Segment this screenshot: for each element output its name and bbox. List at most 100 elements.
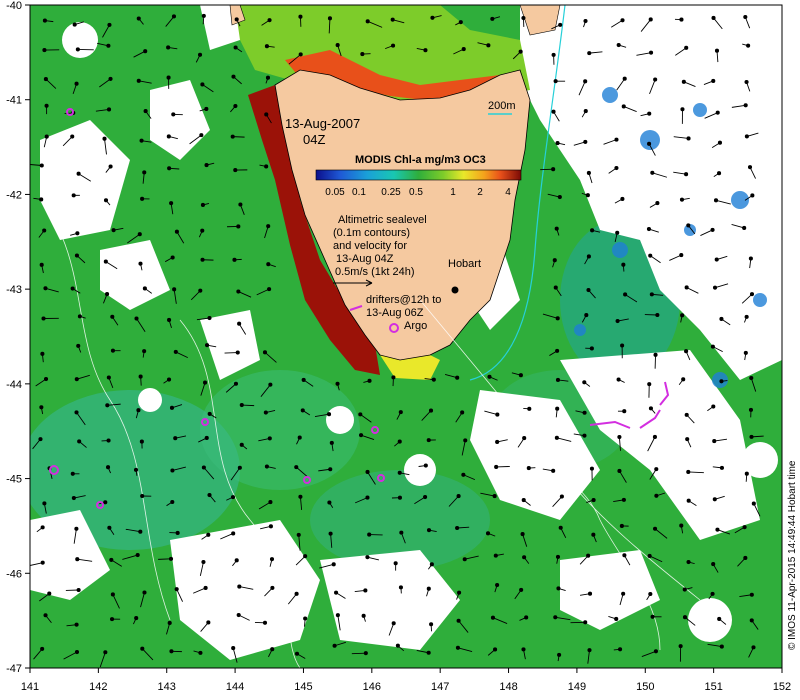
velocity-arrow-tail [684, 45, 689, 50]
velocity-arrow-tail [138, 261, 143, 266]
velocity-arrow-tail [487, 374, 492, 379]
velocity-arrow-tail [111, 228, 116, 233]
argo-label: Argo [404, 320, 427, 332]
velocity-arrow-tail [328, 531, 333, 536]
velocity-arrow-tail [230, 134, 235, 139]
x-tick-label: 142 [89, 681, 107, 693]
velocity-arrow-tail [75, 47, 80, 52]
velocity-arrow-tail [367, 378, 372, 383]
y-tick-label: -45 [6, 474, 22, 486]
velocity-arrow-tail [583, 79, 588, 84]
velocity-arrow-tail [649, 292, 654, 297]
velocity-arrow-tail [166, 75, 171, 80]
velocity-arrow-tail [742, 225, 747, 230]
velocity-arrow-tail [166, 134, 171, 139]
velocity-arrow-tail [297, 435, 302, 440]
velocity-arrow-tail [555, 377, 561, 382]
altimetry-note-line: and velocity for [333, 240, 407, 252]
velocity-arrow-tail [522, 555, 527, 560]
velocity-arrow-tail [110, 314, 115, 319]
velocity-arrow-tail [335, 613, 340, 618]
velocity-arrow-tail [714, 257, 719, 262]
velocity-arrow-tail [270, 585, 275, 590]
x-tick-label: 149 [568, 681, 586, 693]
velocity-arrow-tail [553, 615, 558, 620]
velocity-arrow-tail [335, 43, 340, 48]
velocity-arrow-tail [139, 138, 144, 143]
velocity-arrow-tail [555, 316, 560, 321]
velocity-arrow-tail [268, 382, 273, 387]
velocity-arrow-tail [399, 530, 404, 535]
velocity-arrow-tail [742, 525, 747, 530]
velocity-arrow-tail [719, 379, 724, 384]
velocity-arrow-tail [42, 18, 47, 23]
velocity-arrow-tail [583, 139, 588, 144]
velocity-arrow-tail [77, 439, 82, 444]
velocity-arrow-tail [591, 532, 596, 537]
velocity-arrow-tail [169, 201, 174, 206]
velocity-arrow-tail [583, 620, 588, 625]
ocean-field [30, 5, 782, 668]
velocity-arrow-tail [139, 439, 144, 444]
velocity-arrow-tail [719, 465, 724, 470]
x-tick-label: 146 [363, 681, 381, 693]
colorbar-tick-label: 0.05 [325, 187, 345, 198]
velocity-arrow-tail [614, 165, 619, 171]
velocity-arrow-tail [72, 22, 77, 27]
velocity-arrow-tail [395, 643, 400, 648]
velocity-arrow-tail [486, 43, 491, 48]
velocity-arrow-tail [239, 403, 244, 408]
velocity-arrow-tail [266, 262, 271, 267]
velocity-arrow-tail [618, 647, 623, 652]
velocity-arrow-tail [173, 436, 178, 441]
velocity-arrow-tail [551, 468, 556, 473]
velocity-arrow-tail [426, 650, 431, 655]
velocity-arrow-tail [554, 435, 559, 440]
velocity-arrow-tail [551, 52, 556, 57]
velocity-arrow-tail [423, 495, 428, 500]
velocity-arrow-tail [103, 198, 109, 203]
velocity-arrow-tail [458, 20, 463, 25]
velocity-arrow-tail [232, 257, 237, 262]
velocity-arrow-tail [490, 615, 496, 620]
velocity-arrow-tail [174, 229, 179, 234]
velocity-arrow-tail [684, 285, 689, 290]
velocity-arrow-tail [204, 106, 209, 112]
velocity-arrow-tail [303, 616, 308, 621]
velocity-arrow-tail [303, 554, 308, 559]
velocity-arrow-tail [264, 44, 269, 49]
velocity-arrow-tail [365, 495, 370, 500]
velocity-arrow-tail [171, 112, 176, 117]
velocity-arrow-tail [70, 471, 75, 476]
velocity-arrow-tail [174, 587, 179, 592]
velocity-arrow-tail [712, 497, 717, 502]
velocity-arrow-tail [621, 262, 626, 267]
velocity-arrow-tail [43, 613, 48, 618]
velocity-arrow-tail [75, 231, 80, 236]
velocity-arrow-tail [616, 377, 621, 382]
velocity-arrow-tail [391, 43, 396, 48]
velocity-arrow-tail [711, 15, 716, 20]
x-tick-label: 150 [636, 681, 654, 693]
velocity-arrow-tail [495, 582, 500, 588]
velocity-arrow-tail [71, 193, 76, 198]
velocity-arrow-tail [74, 253, 79, 258]
velocity-arrow-tail [744, 79, 749, 85]
velocity-arrow-tail [262, 620, 268, 625]
velocity-arrow-tail [201, 13, 206, 18]
velocity-arrow-tail [485, 531, 491, 536]
velocity-arrow-tail [686, 136, 691, 141]
velocity-arrow-tail [494, 464, 499, 469]
velocity-arrow-tail [103, 650, 108, 655]
velocity-arrow-tail [527, 406, 532, 411]
velocity-arrow-tail [623, 292, 628, 297]
velocity-arrow-tail [463, 438, 468, 443]
velocity-arrow-tail [106, 107, 112, 112]
velocity-arrow-tail [39, 405, 44, 410]
velocity-arrow-tail [714, 48, 720, 53]
velocity-arrow-tail [622, 76, 627, 81]
velocity-arrow-tail [583, 18, 588, 24]
velocity-arrow-tail [686, 223, 691, 228]
velocity-arrow-tail [300, 408, 305, 413]
velocity-arrow-tail [557, 194, 562, 200]
